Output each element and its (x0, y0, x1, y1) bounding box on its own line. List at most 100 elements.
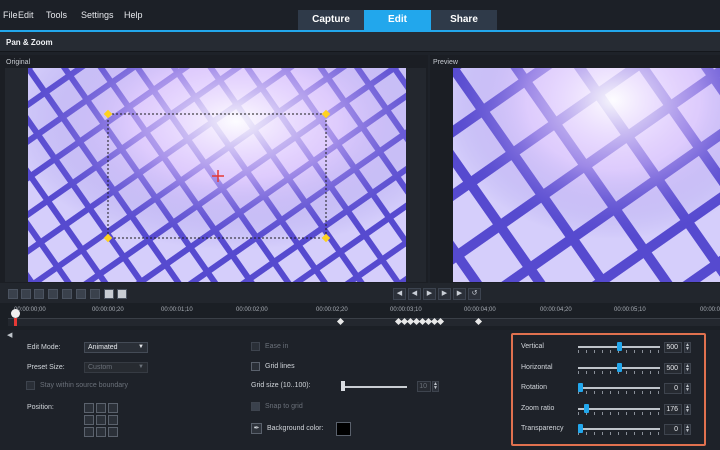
background-color-swatch[interactable] (336, 422, 351, 436)
grid-size-input[interactable]: 10 (417, 381, 431, 392)
property-spinner[interactable]: ▲ ▼ (684, 363, 691, 374)
rotate-left-tool[interactable] (62, 289, 72, 299)
step-forward-button[interactable]: ▶ (438, 288, 451, 300)
fit-tool[interactable] (34, 289, 44, 299)
position-cell[interactable] (84, 427, 94, 437)
property-label-zoom-ratio: Zoom ratio (521, 405, 555, 412)
property-value-rotation[interactable]: 0 (664, 383, 682, 394)
original-right-gutter (406, 68, 426, 282)
menu-settings[interactable]: Settings (81, 10, 114, 20)
property-slider-rotation[interactable] (578, 387, 660, 389)
preset-size-label: Preset Size: (27, 364, 65, 371)
snap-to-grid-checkbox[interactable] (251, 402, 260, 411)
next-keyframe-button[interactable]: ▶ (453, 288, 466, 300)
grid-size-slider[interactable] (341, 386, 407, 388)
play-button[interactable]: ▶ (423, 288, 436, 300)
property-slider-thumb[interactable] (584, 404, 590, 413)
panel-header: Pan & Zoom (0, 32, 720, 52)
repeat-button[interactable]: ↺ (468, 288, 481, 300)
property-slider-transparency[interactable] (578, 428, 660, 430)
property-value-vertical[interactable]: 500 (664, 342, 682, 353)
position-cell[interactable] (84, 415, 94, 425)
grid-size-spinner[interactable]: ▲ ▼ (432, 381, 439, 392)
property-slider-thumb[interactable] (616, 363, 622, 372)
grid-lines-label: Grid lines (265, 363, 295, 370)
step-back-button[interactable]: ◀ (408, 288, 421, 300)
property-spinner[interactable]: ▲ ▼ (684, 404, 691, 415)
eyedropper-icon[interactable]: ✒ (251, 423, 262, 434)
property-value-zoom-ratio[interactable]: 176 (664, 404, 682, 415)
property-label-transparency: Transparency (521, 425, 564, 432)
ease-in-checkbox[interactable] (251, 342, 260, 351)
property-spinner[interactable]: ▲ ▼ (684, 383, 691, 394)
slider-ticks (578, 412, 660, 415)
grid-lines-checkbox[interactable] (251, 362, 260, 371)
zoom-out-tool[interactable] (8, 289, 18, 299)
timecode-label: 00:00:06 (700, 307, 720, 313)
position-cell[interactable] (96, 403, 106, 413)
background-color-label: Background color: (267, 425, 324, 432)
position-cell[interactable] (84, 403, 94, 413)
stay-within-checkbox[interactable] (26, 381, 35, 390)
property-label-horizontal: Horizontal (521, 364, 553, 371)
slider-ticks (578, 391, 660, 394)
timecode-label: 00:00:05;10 (614, 307, 646, 313)
property-slider-zoom-ratio[interactable] (578, 408, 660, 410)
tab-share[interactable]: Share (431, 10, 497, 30)
position-cell[interactable] (96, 415, 106, 425)
slider-ticks (578, 432, 660, 435)
timecode-label: 00:00:04;20 (540, 307, 572, 313)
panel-title: Pan & Zoom (6, 38, 53, 47)
property-slider-thumb[interactable] (578, 383, 583, 392)
position-cell[interactable] (108, 427, 118, 437)
timecode-label: 00:00:04;00 (464, 307, 496, 313)
position-cell[interactable] (108, 415, 118, 425)
preset-size-dropdown[interactable]: Custom ▼ (84, 362, 148, 373)
preview-tiles-svg (453, 68, 720, 282)
tab-capture[interactable]: Capture (298, 10, 364, 30)
zoom-in-tool[interactable] (21, 289, 31, 299)
chevron-down-icon: ▼ (138, 364, 144, 370)
copy-keyframe-tool[interactable] (104, 289, 114, 299)
position-label: Position: (27, 404, 54, 411)
menu-file[interactable]: File (3, 10, 18, 20)
menu-edit[interactable]: Edit (18, 10, 34, 20)
property-spinner[interactable]: ▲ ▼ (684, 342, 691, 353)
menu-help[interactable]: Help (124, 10, 143, 20)
position-cell[interactable] (96, 427, 106, 437)
timecode-label: 00:00:02;20 (316, 307, 348, 313)
collapse-arrow-icon[interactable]: ◀ (7, 331, 12, 339)
edit-mode-value: Animated (88, 344, 118, 351)
grid-size-label: Grid size (10..100): (251, 382, 311, 389)
property-spinner[interactable]: ▲ ▼ (684, 424, 691, 435)
grid-size-thumb[interactable] (341, 381, 345, 391)
keyframe-track[interactable] (8, 318, 720, 326)
property-value-transparency[interactable]: 0 (664, 424, 682, 435)
menu-bar: File Edit Tools Settings Help Capture Ed… (0, 0, 720, 30)
original-image[interactable] (28, 68, 406, 282)
reset-tool[interactable] (48, 289, 58, 299)
timecode-label: 00:00:00;20 (92, 307, 124, 313)
paste-keyframe-tool[interactable] (117, 289, 127, 299)
property-value-horizontal[interactable]: 500 (664, 363, 682, 374)
stay-within-label: Stay within source boundary (40, 382, 128, 389)
ease-in-label: Ease in (265, 343, 289, 350)
position-cell[interactable] (108, 403, 118, 413)
edit-mode-dropdown[interactable]: Animated ▼ (84, 342, 148, 353)
preview-label: Preview (433, 59, 458, 66)
property-slider-thumb[interactable] (578, 424, 583, 433)
preset-size-value: Custom (88, 364, 113, 371)
flip-tool[interactable] (90, 289, 100, 299)
property-slider-thumb[interactable] (616, 342, 622, 351)
rotate-right-tool[interactable] (76, 289, 86, 299)
original-left-gutter (5, 68, 28, 282)
timecode-label: 00:00:01;10 (161, 307, 193, 313)
menu-tools[interactable]: Tools (46, 10, 67, 20)
playhead-marker (14, 318, 17, 326)
property-label-vertical: Vertical (521, 343, 544, 350)
prev-keyframe-button[interactable]: ◀ (393, 288, 406, 300)
playhead[interactable] (11, 309, 20, 318)
tab-edit[interactable]: Edit (364, 10, 431, 30)
original-tiles-svg (28, 68, 406, 282)
snap-to-grid-label: Snap to grid (265, 403, 303, 410)
